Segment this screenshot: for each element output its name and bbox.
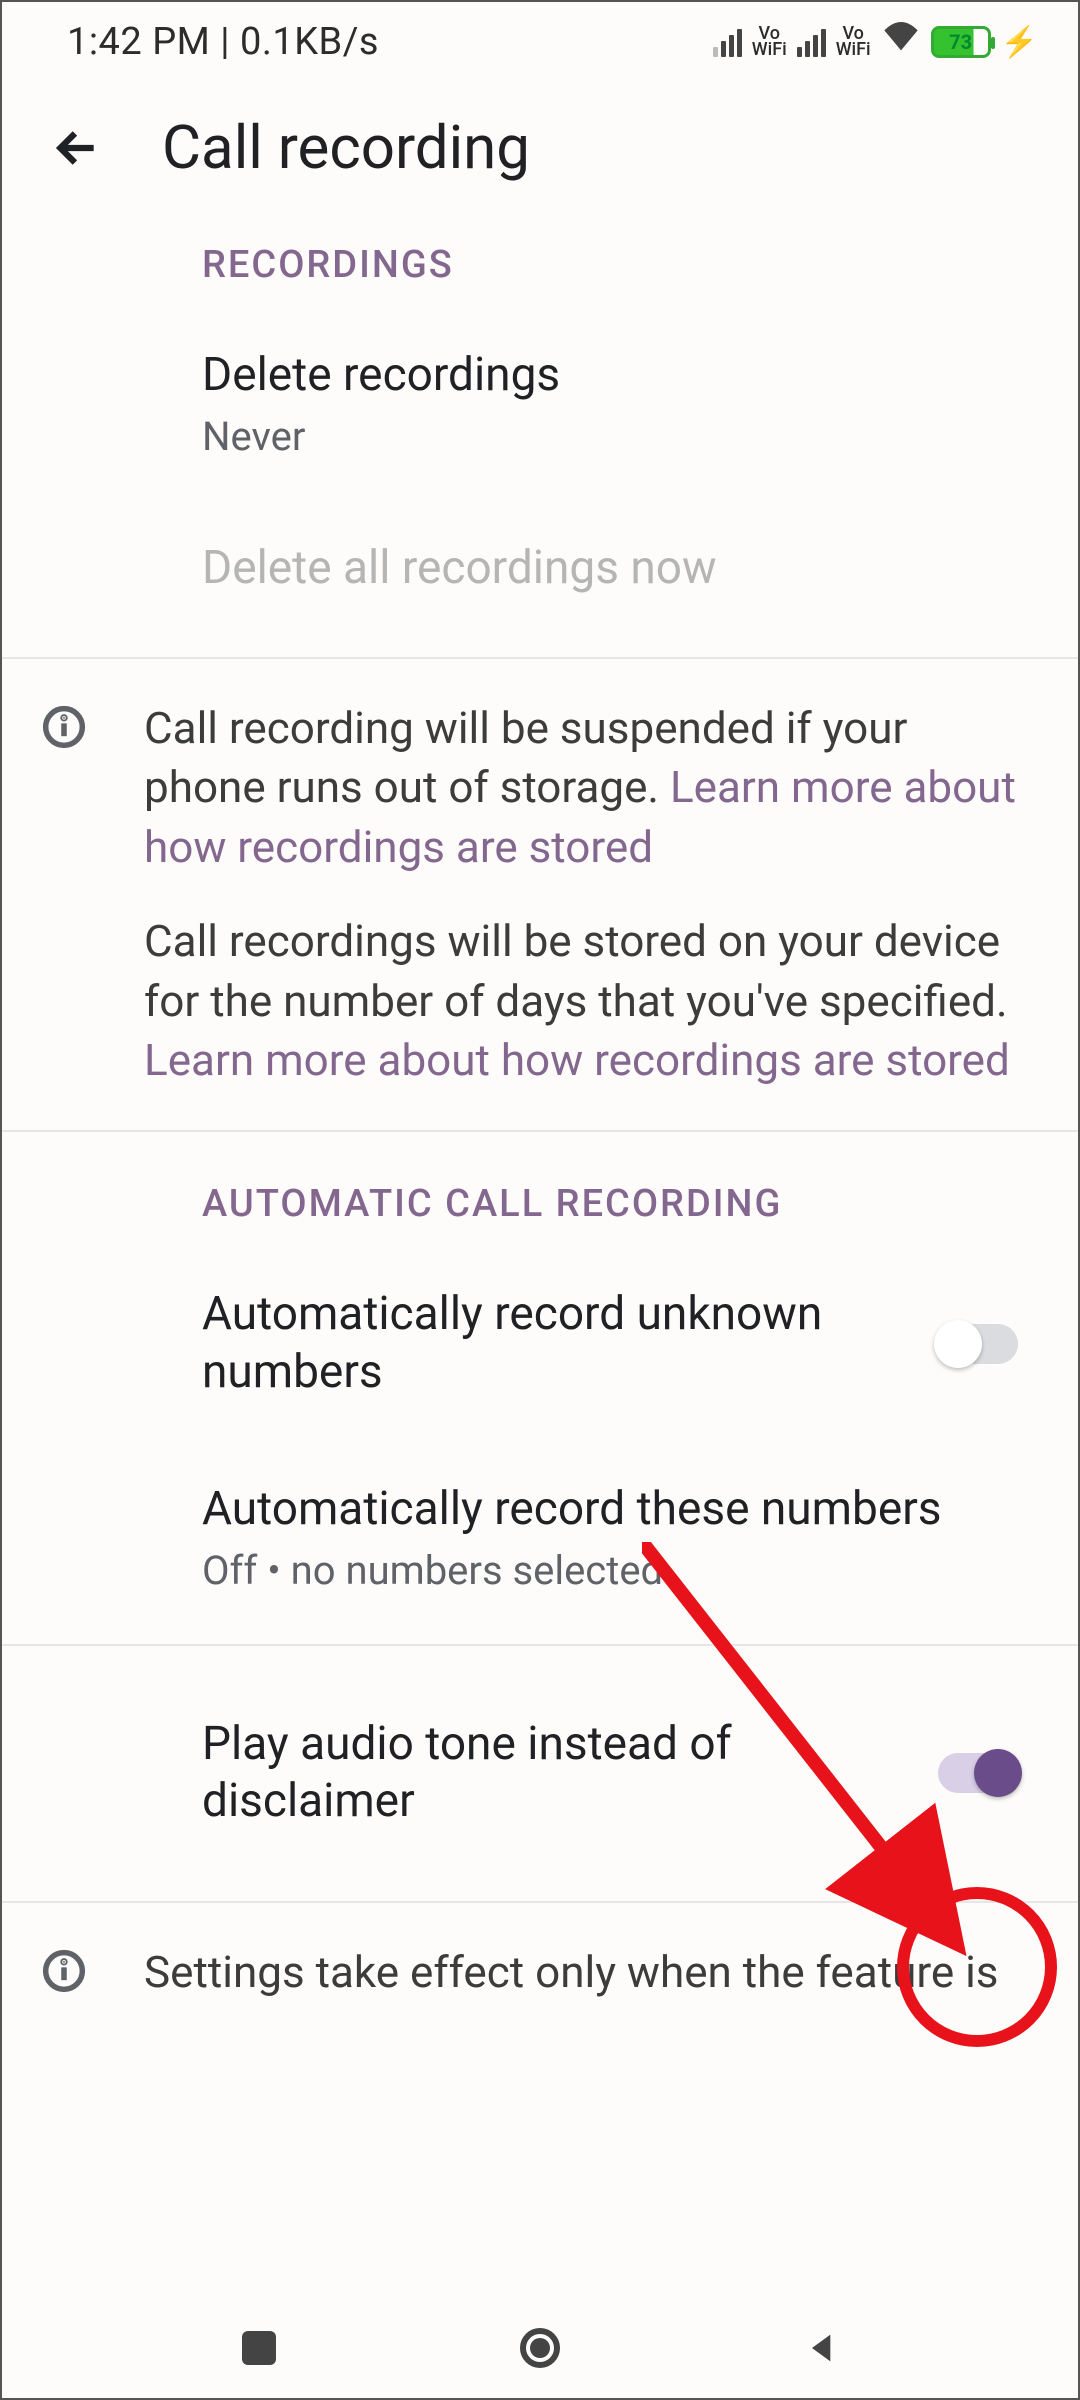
play-tone-toggle[interactable] — [938, 1753, 1018, 1793]
vowifi2-icon: VoWiFi — [836, 26, 871, 58]
section-header-auto: AUTOMATIC CALL RECORDING — [2, 1132, 1078, 1256]
info-storage-link2[interactable]: Learn more about how recordings are stor… — [144, 1034, 1010, 1086]
circle-icon — [520, 2328, 560, 2368]
delete-recordings-value: Never — [202, 413, 1018, 460]
wifi-icon — [881, 17, 921, 67]
play-tone-title: Play audio tone instead of disclaimer — [202, 1716, 938, 1831]
vowifi1-icon: VoWiFi — [752, 26, 787, 58]
square-icon — [242, 2331, 276, 2365]
delete-recordings-title: Delete recordings — [202, 347, 1018, 405]
back-button[interactable] — [52, 123, 102, 173]
nav-home-button[interactable] — [515, 2323, 565, 2373]
auto-record-these-title: Automatically record these numbers — [202, 1481, 1018, 1539]
info-availability-text: Settings take effect only when the featu… — [144, 1946, 999, 1998]
arrow-left-icon — [52, 123, 102, 173]
info-icon — [42, 1949, 86, 1993]
delete-all-recordings-item[interactable]: Delete all recordings now — [2, 490, 1078, 658]
charging-icon: ⚡ — [1001, 25, 1038, 60]
info-availability: Settings take effect only when the featu… — [2, 1903, 1078, 2002]
status-bar: 1:42 PM | 0.1KB/s VoWiFi VoWiFi 73 ⚡ — [2, 2, 1078, 82]
auto-record-these-item[interactable]: Automatically record these numbers Off •… — [2, 1431, 1078, 1644]
delete-all-recordings-title: Delete all recordings now — [202, 540, 1018, 598]
triangle-left-icon — [802, 2328, 842, 2368]
auto-record-unknown-title: Automatically record unknown numbers — [202, 1286, 938, 1401]
signal-sim1-icon — [713, 27, 742, 57]
signal-sim2-icon — [797, 27, 826, 57]
delete-recordings-item[interactable]: Delete recordings Never — [2, 317, 1078, 490]
status-time: 1:42 PM | 0.1KB/s — [67, 20, 379, 64]
section-header-recordings: RECORDINGS — [2, 243, 1078, 317]
auto-record-unknown-item[interactable]: Automatically record unknown numbers — [2, 1256, 1078, 1431]
info-icon — [42, 705, 86, 749]
auto-record-unknown-toggle[interactable] — [938, 1324, 1018, 1364]
nav-back-button[interactable] — [797, 2323, 847, 2373]
battery-icon: 73 — [931, 26, 991, 58]
auto-record-these-value: Off • no numbers selected — [202, 1547, 1018, 1594]
nav-recents-button[interactable] — [234, 2323, 284, 2373]
info-storage: Call recording will be suspended if your… — [2, 659, 1078, 1130]
battery-pct: 73 — [949, 30, 972, 54]
play-tone-item[interactable]: Play audio tone instead of disclaimer — [2, 1646, 1078, 1901]
status-indicators: VoWiFi VoWiFi 73 ⚡ — [713, 17, 1038, 67]
page-title: Call recording — [162, 112, 530, 183]
info-storage-text2: Call recordings will be stored on your d… — [144, 915, 1008, 1026]
app-bar: Call recording — [2, 82, 1078, 243]
system-navbar — [2, 2298, 1078, 2398]
